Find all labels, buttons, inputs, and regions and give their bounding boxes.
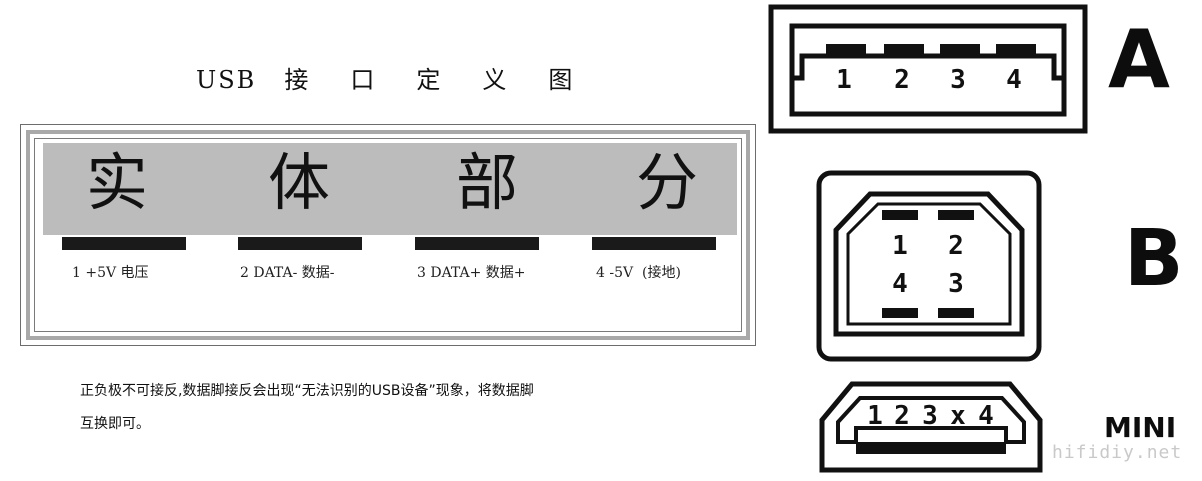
page-title: USB 接 口 定 义 图 [196, 60, 614, 95]
usb-b-connector-icon: 1 2 4 3 [816, 170, 1042, 362]
pin-label-3: 3 DATA+ 数据+ [417, 265, 526, 281]
pin-label-2: 2 DATA- 数据- [240, 265, 335, 281]
note-line-1: 正负极不可接反,数据脚接反会出现“无法识别的USB设备”现象，将数据脚 [80, 383, 534, 399]
note-line-2: 互换即可。 [80, 416, 150, 432]
title-part: USB [196, 66, 257, 94]
watermark: hifidiy.net [1052, 442, 1183, 463]
pin-contact-2 [238, 237, 362, 250]
usb-a-connector-icon: 1 2 3 4 [768, 4, 1088, 134]
pin-label-1: 1 +5V 电压 [72, 265, 149, 281]
usb-mini-pin-1: 1 [867, 401, 883, 431]
body-char: 实 [86, 146, 149, 219]
usb-mini-pin-2: 2 [894, 401, 910, 431]
usb-a-pin-1: 1 [836, 65, 852, 95]
pin-contact-4 [592, 237, 716, 250]
usb-mini-label: MINI [1104, 411, 1177, 444]
usb-mini-pin-x: x [950, 401, 966, 431]
usb-mini-pin-3: 3 [922, 401, 938, 431]
usb-b-pin-1: 1 [892, 231, 908, 261]
usb-a-pin-4: 4 [1006, 65, 1022, 95]
usb-a-pin-3: 3 [950, 65, 966, 95]
usb-b-pin-4: 4 [892, 269, 908, 299]
usb-b-label: B [1124, 214, 1184, 304]
pin-contact-1 [62, 237, 186, 250]
body-char: 部 [456, 146, 519, 219]
title-part: 口 [350, 66, 377, 94]
title-part: 义 [482, 66, 509, 94]
usb-b-pin-3: 3 [948, 269, 964, 299]
usb-mini-connector-icon: 1 2 3 x 4 [819, 381, 1043, 473]
title-part: 接 [284, 66, 311, 94]
pin-contact-3 [415, 237, 539, 250]
usb-b-pin-2: 2 [948, 231, 964, 261]
usb-a-pin-2: 2 [894, 65, 910, 95]
usb-a-label: A [1108, 13, 1170, 106]
usb-mini-pin-4: 4 [978, 401, 994, 431]
title-part: 定 [416, 66, 443, 94]
pin-label-4: 4 -5V (接地) [596, 265, 681, 281]
body-char: 体 [268, 146, 331, 219]
body-char: 分 [636, 146, 699, 219]
title-part: 图 [548, 66, 575, 94]
